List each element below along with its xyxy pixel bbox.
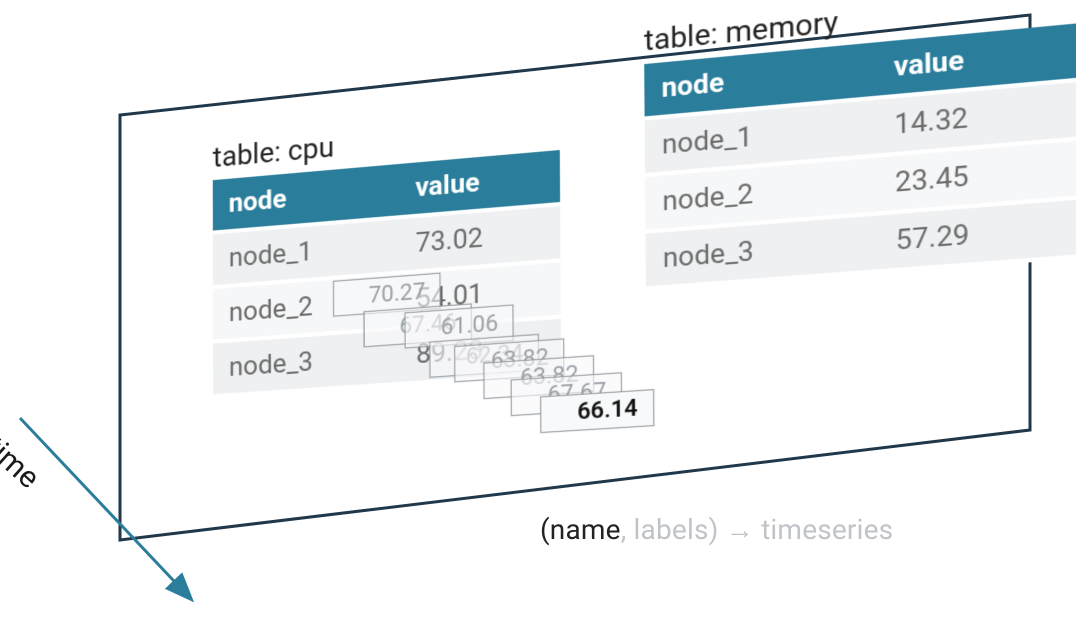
table-memory: table: memory node value node_1 14.32 no… [644, 0, 1076, 291]
caption-name: (name [540, 513, 621, 546]
mapping-caption: (name, labels) → timeseries [540, 513, 893, 546]
caption-labels: , labels) [621, 513, 726, 546]
table-cpu: table: cpu node value node_1 73.02 node_… [213, 109, 561, 398]
caption-timeseries: timeseries [754, 513, 893, 546]
arrow-right-icon: → [726, 513, 754, 546]
tables-panel: table: cpu node value node_1 73.02 node_… [110, 0, 1076, 491]
time-axis-label: time [0, 430, 46, 496]
ts-card-front: 66.14 [540, 389, 654, 433]
table-memory-grid: node value node_1 14.32 node_2 23.45 nod… [644, 23, 1076, 290]
timeseries-cards: 70.27 67.46 61.06 62.34 63.82 63.82 67.6… [435, 270, 778, 502]
diagram-stage: time table: cpu node value node_1 73.02 … [0, 0, 1076, 621]
